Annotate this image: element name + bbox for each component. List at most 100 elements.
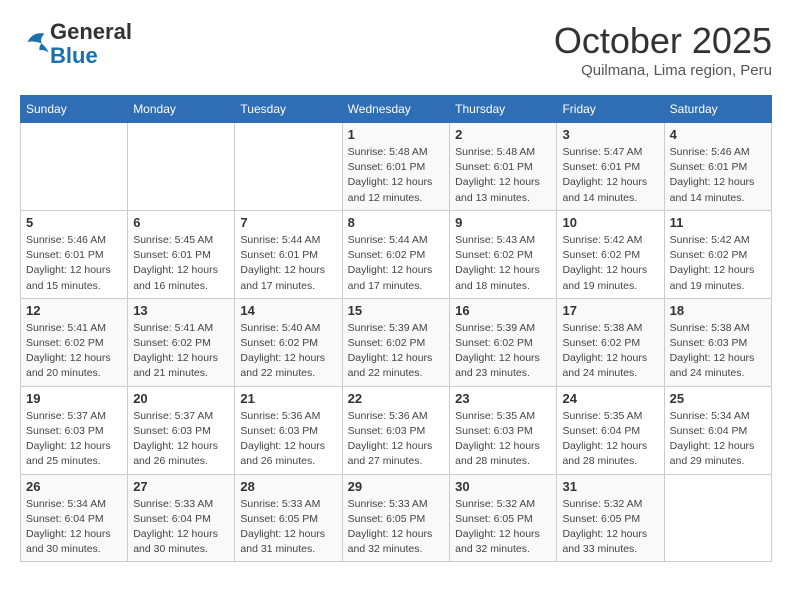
calendar-cell: 18Sunrise: 5:38 AMSunset: 6:03 PMDayligh… bbox=[664, 298, 771, 386]
calendar-week-row: 19 Sunrise: 5:37 AMSunset: 6:03 PMDayligh… bbox=[21, 386, 772, 474]
day-number: 3 bbox=[562, 127, 658, 142]
day-number: 10 bbox=[562, 215, 658, 230]
day-number: 30 bbox=[455, 479, 551, 494]
weekday-header: Friday bbox=[557, 96, 664, 123]
day-number: 19 bbox=[26, 391, 122, 406]
calendar-week-row: 1 Sunrise: 5:48 AMSunset: 6:01 PMDaylight… bbox=[21, 123, 772, 211]
day-number: 11 bbox=[670, 215, 766, 230]
calendar-week-row: 5Sunrise: 5:46 AMSunset: 6:01 PMDaylight… bbox=[21, 210, 772, 298]
day-number: 27 bbox=[133, 479, 229, 494]
calendar-cell: 5Sunrise: 5:46 AMSunset: 6:01 PMDaylight… bbox=[21, 210, 128, 298]
day-info: Sunrise: 5:42 AMSunset: 6:02 PMDaylight:… bbox=[562, 233, 658, 294]
day-number: 15 bbox=[348, 303, 445, 318]
calendar-cell: 8 Sunrise: 5:44 AMSunset: 6:02 PMDaylight… bbox=[342, 210, 450, 298]
calendar-cell: 25 Sunrise: 5:34 AMSunset: 6:04 PMDayligh… bbox=[664, 386, 771, 474]
logo-blue: Blue bbox=[50, 43, 98, 68]
day-number: 31 bbox=[562, 479, 658, 494]
day-info: Sunrise: 5:35 AMSunset: 6:04 PMDaylight:… bbox=[562, 409, 658, 470]
day-number: 14 bbox=[240, 303, 336, 318]
day-info: Sunrise: 5:46 AMSunset: 6:01 PMDaylight:… bbox=[670, 145, 766, 206]
location: Quilmana, Lima region, Peru bbox=[554, 62, 772, 79]
day-info: Sunrise: 5:34 AMSunset: 6:04 PMDaylight:… bbox=[670, 409, 766, 470]
day-info: Sunrise: 5:41 AMSunset: 6:02 PMDaylight:… bbox=[133, 321, 229, 382]
day-number: 9 bbox=[455, 215, 551, 230]
day-info: Sunrise: 5:32 AMSunset: 6:05 PMDaylight:… bbox=[455, 497, 551, 558]
logo-general: General bbox=[50, 19, 132, 44]
calendar-cell: 1 Sunrise: 5:48 AMSunset: 6:01 PMDaylight… bbox=[342, 123, 450, 211]
calendar-cell: 7 Sunrise: 5:44 AMSunset: 6:01 PMDaylight… bbox=[235, 210, 342, 298]
title-block: October 2025 Quilmana, Lima region, Peru bbox=[554, 20, 772, 79]
day-number: 20 bbox=[133, 391, 229, 406]
day-info: Sunrise: 5:44 AMSunset: 6:02 PMDaylight:… bbox=[348, 233, 445, 294]
weekday-header: Thursday bbox=[450, 96, 557, 123]
calendar-cell: 29 Sunrise: 5:33 AMSunset: 6:05 PMDayligh… bbox=[342, 474, 450, 562]
day-number: 21 bbox=[240, 391, 336, 406]
day-info: Sunrise: 5:33 AMSunset: 6:05 PMDaylight:… bbox=[348, 497, 445, 558]
calendar-cell: 26Sunrise: 5:34 AMSunset: 6:04 PMDayligh… bbox=[21, 474, 128, 562]
calendar-cell: 24 Sunrise: 5:35 AMSunset: 6:04 PMDayligh… bbox=[557, 386, 664, 474]
calendar-week-row: 26Sunrise: 5:34 AMSunset: 6:04 PMDayligh… bbox=[21, 474, 772, 562]
day-info: Sunrise: 5:40 AMSunset: 6:02 PMDaylight:… bbox=[240, 321, 336, 382]
day-info: Sunrise: 5:45 AMSunset: 6:01 PMDaylight:… bbox=[133, 233, 229, 294]
logo: General Blue bbox=[20, 20, 132, 68]
calendar-cell: 11 Sunrise: 5:42 AMSunset: 6:02 PMDayligh… bbox=[664, 210, 771, 298]
day-number: 25 bbox=[670, 391, 766, 406]
day-number: 26 bbox=[26, 479, 122, 494]
day-number: 4 bbox=[670, 127, 766, 142]
calendar-cell: 3Sunrise: 5:47 AMSunset: 6:01 PMDaylight… bbox=[557, 123, 664, 211]
calendar-cell bbox=[21, 123, 128, 211]
day-number: 16 bbox=[455, 303, 551, 318]
day-number: 22 bbox=[348, 391, 445, 406]
calendar-cell: 30 Sunrise: 5:32 AMSunset: 6:05 PMDayligh… bbox=[450, 474, 557, 562]
day-info: Sunrise: 5:39 AMSunset: 6:02 PMDaylight:… bbox=[348, 321, 445, 382]
calendar-cell: 6Sunrise: 5:45 AMSunset: 6:01 PMDaylight… bbox=[128, 210, 235, 298]
logo-icon bbox=[22, 28, 50, 56]
day-info: Sunrise: 5:46 AMSunset: 6:01 PMDaylight:… bbox=[26, 233, 122, 294]
day-number: 12 bbox=[26, 303, 122, 318]
day-info: Sunrise: 5:36 AMSunset: 6:03 PMDaylight:… bbox=[240, 409, 336, 470]
calendar-cell: 13Sunrise: 5:41 AMSunset: 6:02 PMDayligh… bbox=[128, 298, 235, 386]
calendar-cell: 19Sunrise: 5:37 AMSunset: 6:03 PMDayligh… bbox=[21, 386, 128, 474]
day-info: Sunrise: 5:39 AMSunset: 6:02 PMDaylight:… bbox=[455, 321, 551, 382]
month-title: October 2025 bbox=[554, 20, 772, 62]
weekday-header: Saturday bbox=[664, 96, 771, 123]
day-info: Sunrise: 5:37 AMSunset: 6:03 PMDaylight:… bbox=[133, 409, 229, 470]
day-info: Sunrise: 5:42 AMSunset: 6:02 PMDaylight:… bbox=[670, 233, 766, 294]
calendar-cell: 31 Sunrise: 5:32 AMSunset: 6:05 PMDayligh… bbox=[557, 474, 664, 562]
calendar-cell bbox=[235, 123, 342, 211]
calendar-cell: 27Sunrise: 5:33 AMSunset: 6:04 PMDayligh… bbox=[128, 474, 235, 562]
day-info: Sunrise: 5:44 AMSunset: 6:01 PMDaylight:… bbox=[240, 233, 336, 294]
page-header: General Blue October 2025 Quilmana, Lima… bbox=[20, 20, 772, 79]
weekday-header: Wednesday bbox=[342, 96, 450, 123]
day-info: Sunrise: 5:32 AMSunset: 6:05 PMDaylight:… bbox=[562, 497, 658, 558]
day-number: 18 bbox=[670, 303, 766, 318]
day-info: Sunrise: 5:36 AMSunset: 6:03 PMDaylight:… bbox=[348, 409, 445, 470]
day-number: 2 bbox=[455, 127, 551, 142]
day-info: Sunrise: 5:48 AMSunset: 6:01 PMDaylight:… bbox=[455, 145, 551, 206]
calendar-cell: 2 Sunrise: 5:48 AMSunset: 6:01 PMDaylight… bbox=[450, 123, 557, 211]
day-info: Sunrise: 5:41 AMSunset: 6:02 PMDaylight:… bbox=[26, 321, 122, 382]
calendar-cell: 23 Sunrise: 5:35 AMSunset: 6:03 PMDayligh… bbox=[450, 386, 557, 474]
calendar-cell bbox=[128, 123, 235, 211]
day-info: Sunrise: 5:33 AMSunset: 6:05 PMDaylight:… bbox=[240, 497, 336, 558]
weekday-header: Sunday bbox=[21, 96, 128, 123]
day-info: Sunrise: 5:43 AMSunset: 6:02 PMDaylight:… bbox=[455, 233, 551, 294]
calendar-cell: 9 Sunrise: 5:43 AMSunset: 6:02 PMDaylight… bbox=[450, 210, 557, 298]
calendar-cell: 15 Sunrise: 5:39 AMSunset: 6:02 PMDayligh… bbox=[342, 298, 450, 386]
weekday-header: Tuesday bbox=[235, 96, 342, 123]
calendar-cell bbox=[664, 474, 771, 562]
day-number: 24 bbox=[562, 391, 658, 406]
day-number: 29 bbox=[348, 479, 445, 494]
day-number: 17 bbox=[562, 303, 658, 318]
day-number: 23 bbox=[455, 391, 551, 406]
calendar-cell: 12 Sunrise: 5:41 AMSunset: 6:02 PMDayligh… bbox=[21, 298, 128, 386]
day-number: 8 bbox=[348, 215, 445, 230]
calendar-cell: 14 Sunrise: 5:40 AMSunset: 6:02 PMDayligh… bbox=[235, 298, 342, 386]
day-number: 28 bbox=[240, 479, 336, 494]
day-info: Sunrise: 5:35 AMSunset: 6:03 PMDaylight:… bbox=[455, 409, 551, 470]
day-number: 7 bbox=[240, 215, 336, 230]
calendar-cell: 17Sunrise: 5:38 AMSunset: 6:02 PMDayligh… bbox=[557, 298, 664, 386]
day-number: 1 bbox=[348, 127, 445, 142]
day-info: Sunrise: 5:48 AMSunset: 6:01 PMDaylight:… bbox=[348, 145, 445, 206]
calendar-table: SundayMondayTuesdayWednesdayThursdayFrid… bbox=[20, 95, 772, 562]
